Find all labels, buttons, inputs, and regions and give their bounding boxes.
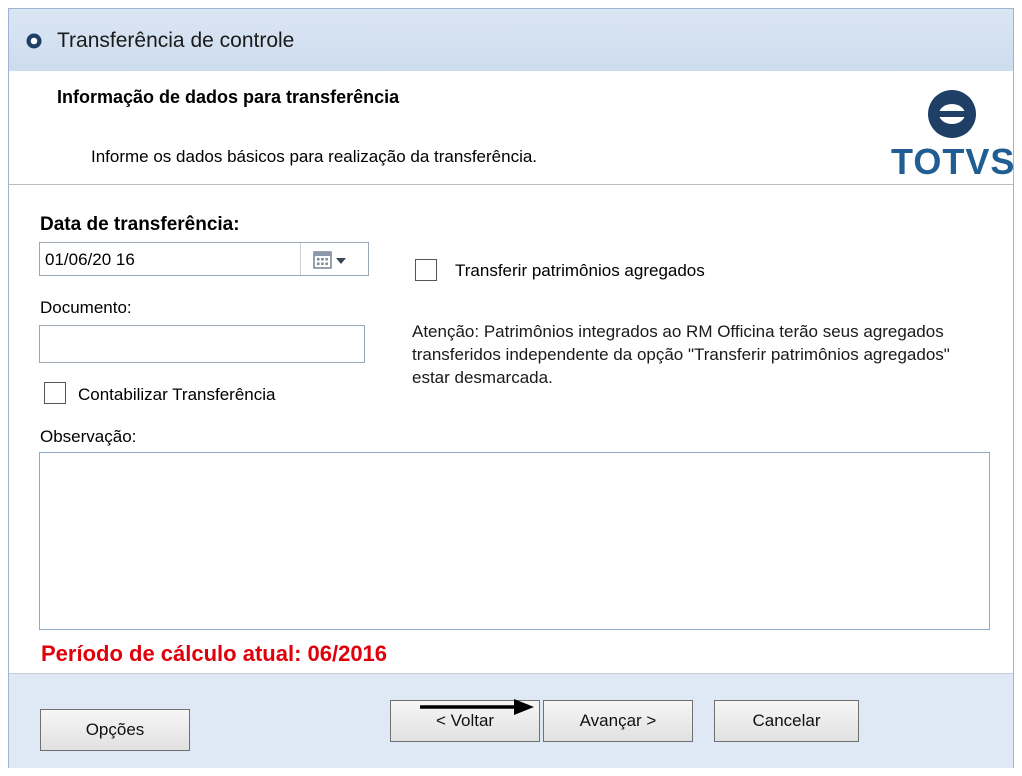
- totvs-logo-icon: [928, 90, 976, 138]
- calendar-dropdown-icon[interactable]: [312, 250, 352, 270]
- next-button[interactable]: Avançar >: [543, 700, 693, 742]
- date-input[interactable]: 01/06/20 16: [39, 242, 369, 276]
- page-subtitle: Informe os dados básicos para realização…: [91, 147, 538, 166]
- window-title: Transferência de controle: [57, 29, 295, 52]
- totvs-logo-text: TOTVS: [891, 141, 1016, 182]
- transferir-checkbox[interactable]: [415, 259, 437, 281]
- wizard-header: Informação de dados para transferência I…: [9, 71, 1016, 185]
- document-label: Documento:: [40, 298, 132, 317]
- app-icon: [26, 33, 42, 49]
- arrow-annotation-icon: [420, 699, 534, 715]
- cancel-button[interactable]: Cancelar: [714, 700, 859, 742]
- top-strip: [0, 0, 1022, 8]
- transferir-label: Transferir patrimônios agregados: [455, 261, 705, 280]
- date-separator: [300, 243, 301, 275]
- page-title: Informação de dados para transferência: [57, 87, 400, 107]
- date-value: 01/06/20 16: [45, 250, 135, 269]
- observacao-textarea[interactable]: [39, 452, 990, 630]
- dialog-window: Transferência de controle Informação de …: [8, 8, 1014, 768]
- document-input[interactable]: [39, 325, 365, 363]
- observacao-label: Observação:: [40, 427, 137, 446]
- options-button[interactable]: Opções: [40, 709, 190, 751]
- attention-note: Atenção: Patrimônios integrados ao RM Of…: [412, 322, 950, 387]
- wizard-footer: Opções < Voltar Avançar > Cancelar: [9, 673, 1013, 768]
- period-text: Período de cálculo atual: 06/2016: [41, 641, 388, 666]
- title-bar: Transferência de controle: [9, 9, 1013, 71]
- contabilizar-label: Contabilizar Transferência: [78, 385, 276, 404]
- contabilizar-checkbox[interactable]: [44, 382, 66, 404]
- date-label: Data de transferência:: [40, 214, 240, 235]
- content-panel: Informação de dados para transferência I…: [9, 71, 1016, 673]
